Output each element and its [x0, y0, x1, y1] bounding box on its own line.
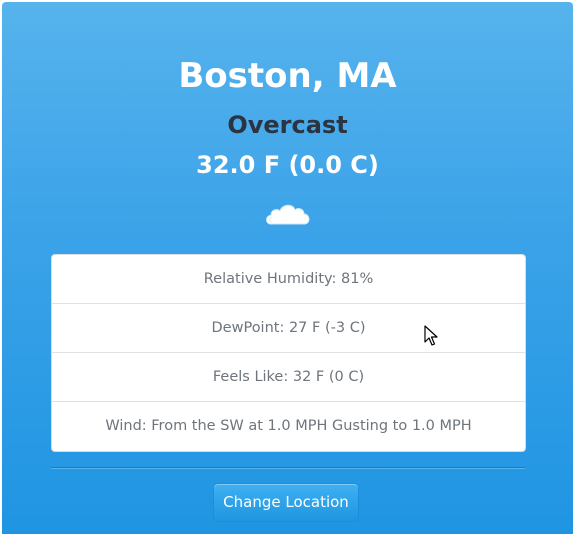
humidity-row: Relative Humidity: 81%	[52, 255, 525, 304]
temperature-label: 32.0 F (0.0 C)	[196, 151, 379, 179]
details-panel: Relative Humidity: 81% DewPoint: 27 F (-…	[51, 254, 526, 452]
mouse-pointer-icon	[424, 325, 438, 346]
weather-card: Boston, MA Overcast 32.0 F (0.0 C) Relat…	[2, 2, 573, 534]
dewpoint-row: DewPoint: 27 F (-3 C)	[52, 304, 525, 353]
condition-label: Overcast	[227, 111, 348, 139]
divider	[51, 467, 525, 469]
cloud-icon	[266, 204, 310, 225]
location-title: Boston, MA	[178, 56, 397, 96]
feels-like-row: Feels Like: 32 F (0 C)	[52, 353, 525, 402]
wind-row: Wind: From the SW at 1.0 MPH Gusting to …	[105, 418, 472, 434]
change-location-button[interactable]: Change Location	[214, 484, 358, 521]
